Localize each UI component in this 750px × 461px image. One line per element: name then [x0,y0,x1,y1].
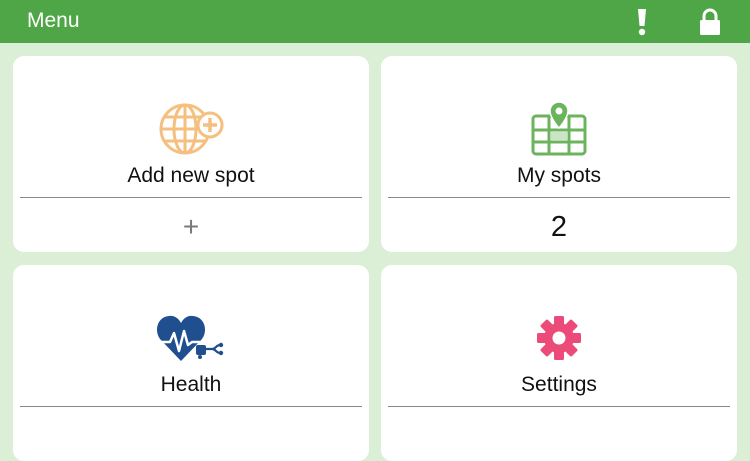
add-spot-value: + [182,211,200,242]
tile-divider [20,406,362,407]
tile-divider [388,197,730,198]
tile-divider [388,406,730,407]
tile-label: My spots [516,164,602,187]
map-pin-icon [531,101,587,156]
heart-health-icon [157,315,224,361]
lock-button[interactable] [697,6,723,38]
gear-icon [537,316,581,360]
tile-label: Health [160,373,222,396]
health-tile[interactable]: Health [13,265,369,461]
tile-label: Settings [521,373,597,396]
tile-divider [20,197,362,198]
add-new-spot-tile[interactable]: Add new spot + [13,56,369,252]
exclamation-icon [638,9,646,36]
lock-icon [700,8,720,35]
my-spots-count: 2 [550,211,568,243]
top-bar: Menu [0,0,750,43]
my-spots-tile[interactable]: My spots 2 [381,56,737,252]
alert-button[interactable] [630,6,654,38]
tile-label: Add new spot [127,164,255,187]
page-title: Menu [27,9,80,32]
settings-tile[interactable]: Settings [381,265,737,461]
globe-plus-icon [159,103,224,155]
